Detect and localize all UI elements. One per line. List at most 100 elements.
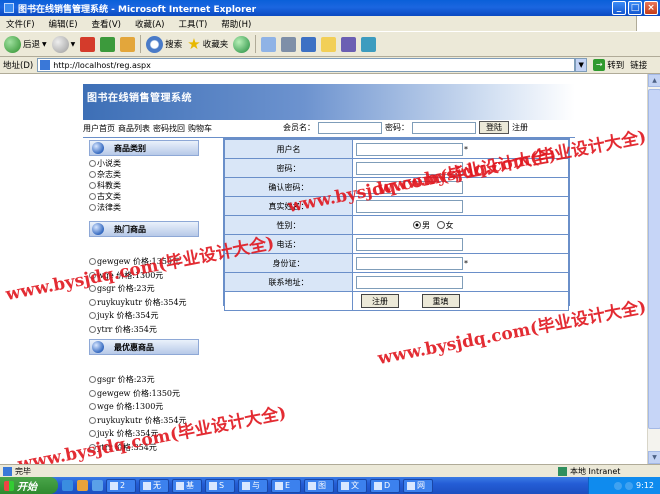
username-input[interactable] [356,142,463,156]
back-button[interactable]: 后退 ▼ [4,35,47,53]
register-button[interactable]: 注册 [361,294,399,308]
menu-view[interactable]: 查看(V) [92,18,121,30]
address-dropdown-button[interactable]: ▼ [575,58,588,72]
real-name-input[interactable] [356,199,463,213]
deal-product-item[interactable]: gewgew 价格:1350元 [89,387,199,401]
task-button[interactable]: 图 [304,478,334,493]
go-button[interactable]: → 转到 [593,59,624,71]
maximize-button[interactable]: □ [628,1,642,15]
star-icon: ★ [187,35,201,53]
gender-male-radio[interactable] [413,221,421,229]
hot-product-item[interactable]: gsgr 价格:23元 [89,282,199,296]
login-password-input[interactable] [412,121,476,134]
stop-icon[interactable] [80,36,96,52]
category-item[interactable]: 古文类 [89,191,199,202]
globe-icon [92,223,104,235]
confirm-password-input[interactable] [356,180,463,194]
task-button[interactable]: S [205,478,235,493]
favorites-button[interactable]: ★ 收藏夹 [187,35,228,53]
ie-icon [4,3,14,13]
research-icon[interactable] [341,36,357,52]
hot-products-header: 热门商品 [89,221,199,237]
hot-product-item[interactable]: ytrr 价格:354元 [89,323,199,337]
quicklaunch-desktop-icon[interactable] [92,480,103,491]
folder-icon[interactable] [321,36,337,52]
member-input[interactable] [318,121,382,134]
deal-product-item[interactable]: juyk 价格:354元 [89,427,199,441]
scroll-down-button[interactable]: ▼ [648,451,660,464]
links-button[interactable]: 链接 [630,59,647,71]
menu-file[interactable]: 文件(F) [6,18,35,30]
vertical-scrollbar[interactable]: ▲ ▼ [647,74,660,464]
id-card-input[interactable] [356,256,463,270]
phone-input[interactable] [356,237,463,251]
nav-home[interactable]: 用户首页 [83,123,115,134]
deal-product-item[interactable]: gsgr 价格:23元 [89,373,199,387]
search-button[interactable]: 搜索 [146,35,182,53]
forward-button[interactable]: ▼ [51,35,76,53]
task-button[interactable]: D [370,478,400,493]
hot-product-item[interactable]: juyk 价格:354元 [89,309,199,323]
hot-product-item[interactable]: ruykuykutr 价格:354元 [89,296,199,310]
print-icon[interactable] [281,36,297,52]
task-button[interactable]: 与 [238,478,268,493]
close-button[interactable]: × [644,1,658,15]
category-item[interactable]: 科教类 [89,180,199,191]
scroll-up-button[interactable]: ▲ [648,74,660,87]
task-button[interactable]: 基 [172,478,202,493]
register-link[interactable]: 注册 [512,122,528,133]
task-button[interactable]: 2 [106,478,136,493]
tray-network-icon[interactable] [614,481,623,490]
chevron-down-icon: ▼ [70,40,76,48]
category-item[interactable]: 法律类 [89,202,199,213]
nav-cart[interactable]: 购物车 [188,123,212,134]
task-button[interactable]: 文 [337,478,367,493]
back-arrow-icon [4,35,21,53]
address-input-field[interactable] [356,275,463,289]
address-url: http://localhost/reg.aspx [53,60,151,70]
minimize-button[interactable]: _ [612,1,626,15]
start-label: 开始 [17,482,37,493]
toolbar-separator [255,35,257,53]
deal-product-item[interactable]: wge 价格:1300元 [89,400,199,414]
deal-product-item[interactable]: ruykuykutr 价格:354元 [89,414,199,428]
reset-button[interactable]: 重填 [421,294,460,308]
bullet-icon [89,193,96,200]
taskbar: 开始 2 无 基 S 与 E 图 文 D 网 9:12 [0,477,660,494]
nav-password-recovery[interactable]: 密码找回 [153,123,185,134]
gender-female-radio[interactable] [436,221,445,229]
quicklaunch-folder-icon[interactable] [77,480,88,491]
bullet-icon [89,182,96,189]
categories-title: 商品类别 [114,143,146,153]
category-item[interactable]: 小说类 [89,158,199,169]
start-button[interactable]: 开始 [0,477,58,494]
menu-favorites[interactable]: 收藏(A) [135,18,164,30]
quicklaunch-ie-icon[interactable] [62,480,73,491]
menu-tools[interactable]: 工具(T) [178,18,207,30]
hot-product-item[interactable]: gewgew 价格:1350元 [89,255,199,269]
category-item[interactable]: 杂志类 [89,169,199,180]
login-button[interactable]: 登陆 [479,121,509,134]
product-label: gsgr 价格:23元 [97,375,155,385]
intranet-icon [558,466,567,476]
hot-product-item[interactable]: wge 价格:1300元 [89,269,199,283]
tray-volume-icon[interactable] [625,481,634,490]
refresh-icon[interactable] [100,36,116,52]
media-icon[interactable] [233,35,251,53]
edit-icon[interactable] [301,36,317,52]
task-icon [242,481,250,490]
menu-edit[interactable]: 编辑(E) [49,18,78,30]
task-button[interactable]: 无 [139,478,169,493]
mail-icon[interactable] [261,36,277,52]
task-button[interactable]: 网 [403,478,433,493]
nav-product-list[interactable]: 商品列表 [118,123,150,134]
task-button[interactable]: E [271,478,301,493]
address-input[interactable]: http://localhost/reg.aspx [37,58,576,72]
messenger-icon[interactable] [361,36,377,52]
scroll-thumb[interactable] [648,89,660,429]
menu-help[interactable]: 帮助(H) [221,18,251,30]
password-input[interactable] [356,161,463,175]
bullet-icon [89,389,96,397]
deal-product-item[interactable]: ytrr 价格:354元 [89,441,199,455]
home-icon[interactable] [120,36,136,52]
